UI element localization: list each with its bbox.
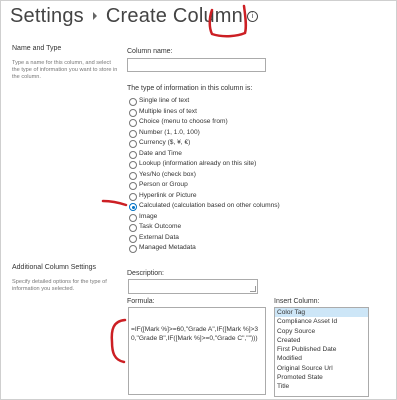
radio-unselected-icon[interactable] [129,108,137,117]
radio-unselected-icon[interactable] [129,150,137,159]
insert-column-item[interactable]: Color Tag [275,308,368,318]
insert-column-label: Insert Column: [274,298,320,305]
name-and-type-heading: Name and Type [12,45,62,52]
breadcrumb-settings-link[interactable]: Settings [10,5,84,27]
info-icon[interactable]: i [246,11,258,23]
column-name-input[interactable] [127,58,266,72]
radio-unselected-icon[interactable] [129,234,137,243]
radio-unselected-icon[interactable] [129,224,137,232]
additional-settings-heading: Additional Column Settings [12,264,97,271]
additional-settings-description: Specify detailed options for the type of… [12,279,107,292]
column-type-prompt: The type of information in this column i… [127,85,253,92]
column-type-option-label: Task Outcome [139,223,182,230]
column-type-option-label: Person or Group [139,181,188,188]
insert-column-item[interactable]: Created [275,336,368,345]
description-textarea[interactable] [128,279,258,294]
page-title: Settings Create Column i [10,5,258,28]
breadcrumb-separator-icon [92,11,97,20]
insert-column-item[interactable]: Compliance Asset Id [275,317,368,326]
radio-unselected-icon[interactable] [129,171,137,180]
column-type-option-label: Hyperlink or Picture [139,191,197,199]
radio-unselected-icon[interactable] [129,119,137,127]
resize-grip-icon[interactable] [250,286,256,292]
radio-unselected-icon[interactable] [129,98,137,106]
insert-column-item[interactable]: Copy Source [275,327,368,336]
insert-column-item[interactable]: Promoted State [275,373,368,382]
column-type-option-label: External Data [139,233,179,241]
description-label: Description: [127,270,164,277]
column-type-option-label: Calculated (calculation based on other c… [139,202,280,209]
name-and-type-description: Type a name for this column, and select … [12,60,118,80]
column-type-option-label: Date and Time [139,149,182,157]
radio-unselected-icon[interactable] [129,182,137,190]
insert-column-item[interactable]: Modified [275,354,368,363]
column-type-option-label: Multiple lines of text [139,107,197,115]
radio-unselected-icon[interactable] [129,245,137,253]
column-type-option-label: Currency ($, ¥, €) [139,139,191,146]
insert-column-item[interactable]: Title [275,382,368,391]
column-type-option-label: Managed Metadata [139,244,196,251]
column-name-label: Column name: [127,48,173,55]
column-type-option-label: Lookup (information already on this site… [139,160,257,167]
radio-unselected-icon[interactable] [129,129,137,138]
insert-column-item[interactable]: First Published Date [275,345,368,354]
page-title-text: Create Column [105,5,243,27]
radio-unselected-icon[interactable] [129,161,137,169]
column-type-option-label: Image [139,212,158,220]
column-type-option-label: Choice (menu to choose from) [139,118,228,125]
column-type-option-label: Single line of text [139,97,190,104]
column-type-option-label: Number (1, 1.0, 100) [139,128,200,136]
radio-selected-icon[interactable] [129,203,137,211]
formula-textarea[interactable]: =IF([Mark %]>=60,"Grade A",IF([Mark %]>3… [128,307,266,395]
insert-column-listbox[interactable]: Color Tag Compliance Asset Id Copy Source C… [274,307,369,397]
insert-column-item[interactable]: Original Source Url [275,364,368,373]
column-type-option-label: Yes/No (check box) [139,170,196,178]
formula-label: Formula: [127,298,155,305]
radio-unselected-icon[interactable] [129,213,137,222]
radio-unselected-icon[interactable] [129,140,137,148]
radio-unselected-icon[interactable] [129,192,137,201]
